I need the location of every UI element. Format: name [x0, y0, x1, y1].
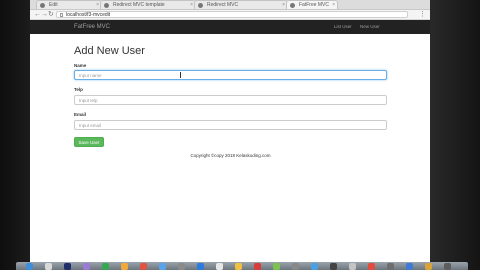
- nav-list-user[interactable]: List User: [334, 20, 352, 34]
- email-input[interactable]: [74, 120, 387, 130]
- dock-app-icon[interactable]: [45, 263, 52, 270]
- save-user-button[interactable]: Save User: [74, 137, 104, 147]
- copyright-text: Copyright ©copy 2018 Kelaskoding.com: [190, 153, 271, 158]
- text-cursor: [180, 72, 181, 78]
- favicon-icon: [40, 3, 45, 8]
- dock-app-icon[interactable]: [311, 263, 318, 270]
- dock-app-icon[interactable]: [425, 263, 432, 270]
- desktop-right: [428, 0, 480, 270]
- forward-icon[interactable]: →: [41, 10, 48, 19]
- dock-app-icon[interactable]: [26, 263, 33, 270]
- dock-app-icon[interactable]: [197, 263, 204, 270]
- dock-app-icon[interactable]: [140, 263, 147, 270]
- brand-link[interactable]: FatFree MVC: [74, 20, 110, 34]
- close-icon[interactable]: ×: [96, 1, 99, 9]
- dock-app-icon[interactable]: [159, 263, 166, 270]
- desktop-left: [0, 0, 30, 270]
- menu-icon[interactable]: ⋮: [419, 10, 426, 19]
- name-label: Name: [74, 63, 87, 68]
- close-icon[interactable]: ×: [282, 1, 285, 9]
- tab-bar: Edit × Redirect MVC template × Redirect …: [30, 0, 430, 10]
- telp-label: Telp: [74, 87, 83, 92]
- dock-app-icon[interactable]: [406, 263, 413, 270]
- browser-tab[interactable]: Redirect MVC ×: [194, 0, 288, 9]
- dock-app-icon[interactable]: [64, 263, 71, 270]
- browser-tab-active[interactable]: FatFree MVC ×: [286, 0, 338, 9]
- name-input[interactable]: [74, 70, 387, 80]
- close-icon[interactable]: ×: [190, 1, 193, 9]
- favicon-icon: [290, 3, 295, 8]
- browser-window: Edit × Redirect MVC template × Redirect …: [30, 0, 430, 262]
- tab-label: Edit: [49, 2, 58, 8]
- dock-app-icon[interactable]: [83, 263, 90, 270]
- back-icon[interactable]: ←: [34, 10, 41, 19]
- favicon-icon: [198, 3, 203, 8]
- browser-toolbar: ← → ↻ localhost/f3-mvcedit ⋮: [30, 10, 430, 20]
- screen: Edit × Redirect MVC template × Redirect …: [0, 0, 480, 270]
- app-navbar: FatFree MVC List User New User: [30, 20, 430, 34]
- dock-app-icon[interactable]: [178, 263, 185, 270]
- dock-app-icon[interactable]: [444, 263, 451, 270]
- dock-app-icon[interactable]: [330, 263, 337, 270]
- tab-label: Redirect MVC template: [113, 2, 165, 8]
- dock-app-icon[interactable]: [292, 263, 299, 270]
- email-label: Email: [74, 112, 87, 117]
- dock-app-icon[interactable]: [254, 263, 261, 270]
- close-icon[interactable]: ×: [332, 1, 335, 9]
- reload-icon[interactable]: ↻: [48, 10, 54, 19]
- dock-app-icon[interactable]: [121, 263, 128, 270]
- nav-new-user[interactable]: New User: [360, 20, 380, 34]
- dock-app-icon[interactable]: [235, 263, 242, 270]
- dock-app-icon[interactable]: [102, 263, 109, 270]
- browser-tab[interactable]: Edit ×: [36, 0, 102, 9]
- dock-app-icon[interactable]: [387, 263, 394, 270]
- dock-app-icon[interactable]: [273, 263, 280, 270]
- address-bar[interactable]: localhost/f3-mvcedit: [56, 11, 408, 18]
- browser-tab[interactable]: Redirect MVC template ×: [100, 0, 196, 9]
- dock: [16, 262, 468, 270]
- page-icon: [60, 13, 63, 17]
- url-text: localhost/f3-mvcedit: [66, 12, 111, 18]
- tab-label: FatFree MVC: [299, 2, 330, 8]
- dock-app-icon[interactable]: [368, 263, 375, 270]
- page-title: Add New User: [74, 45, 145, 57]
- tab-label: Redirect MVC: [207, 2, 239, 8]
- telp-input[interactable]: [74, 95, 387, 105]
- dock-app-icon[interactable]: [349, 263, 356, 270]
- dock-app-icon[interactable]: [216, 263, 223, 270]
- favicon-icon: [104, 3, 109, 8]
